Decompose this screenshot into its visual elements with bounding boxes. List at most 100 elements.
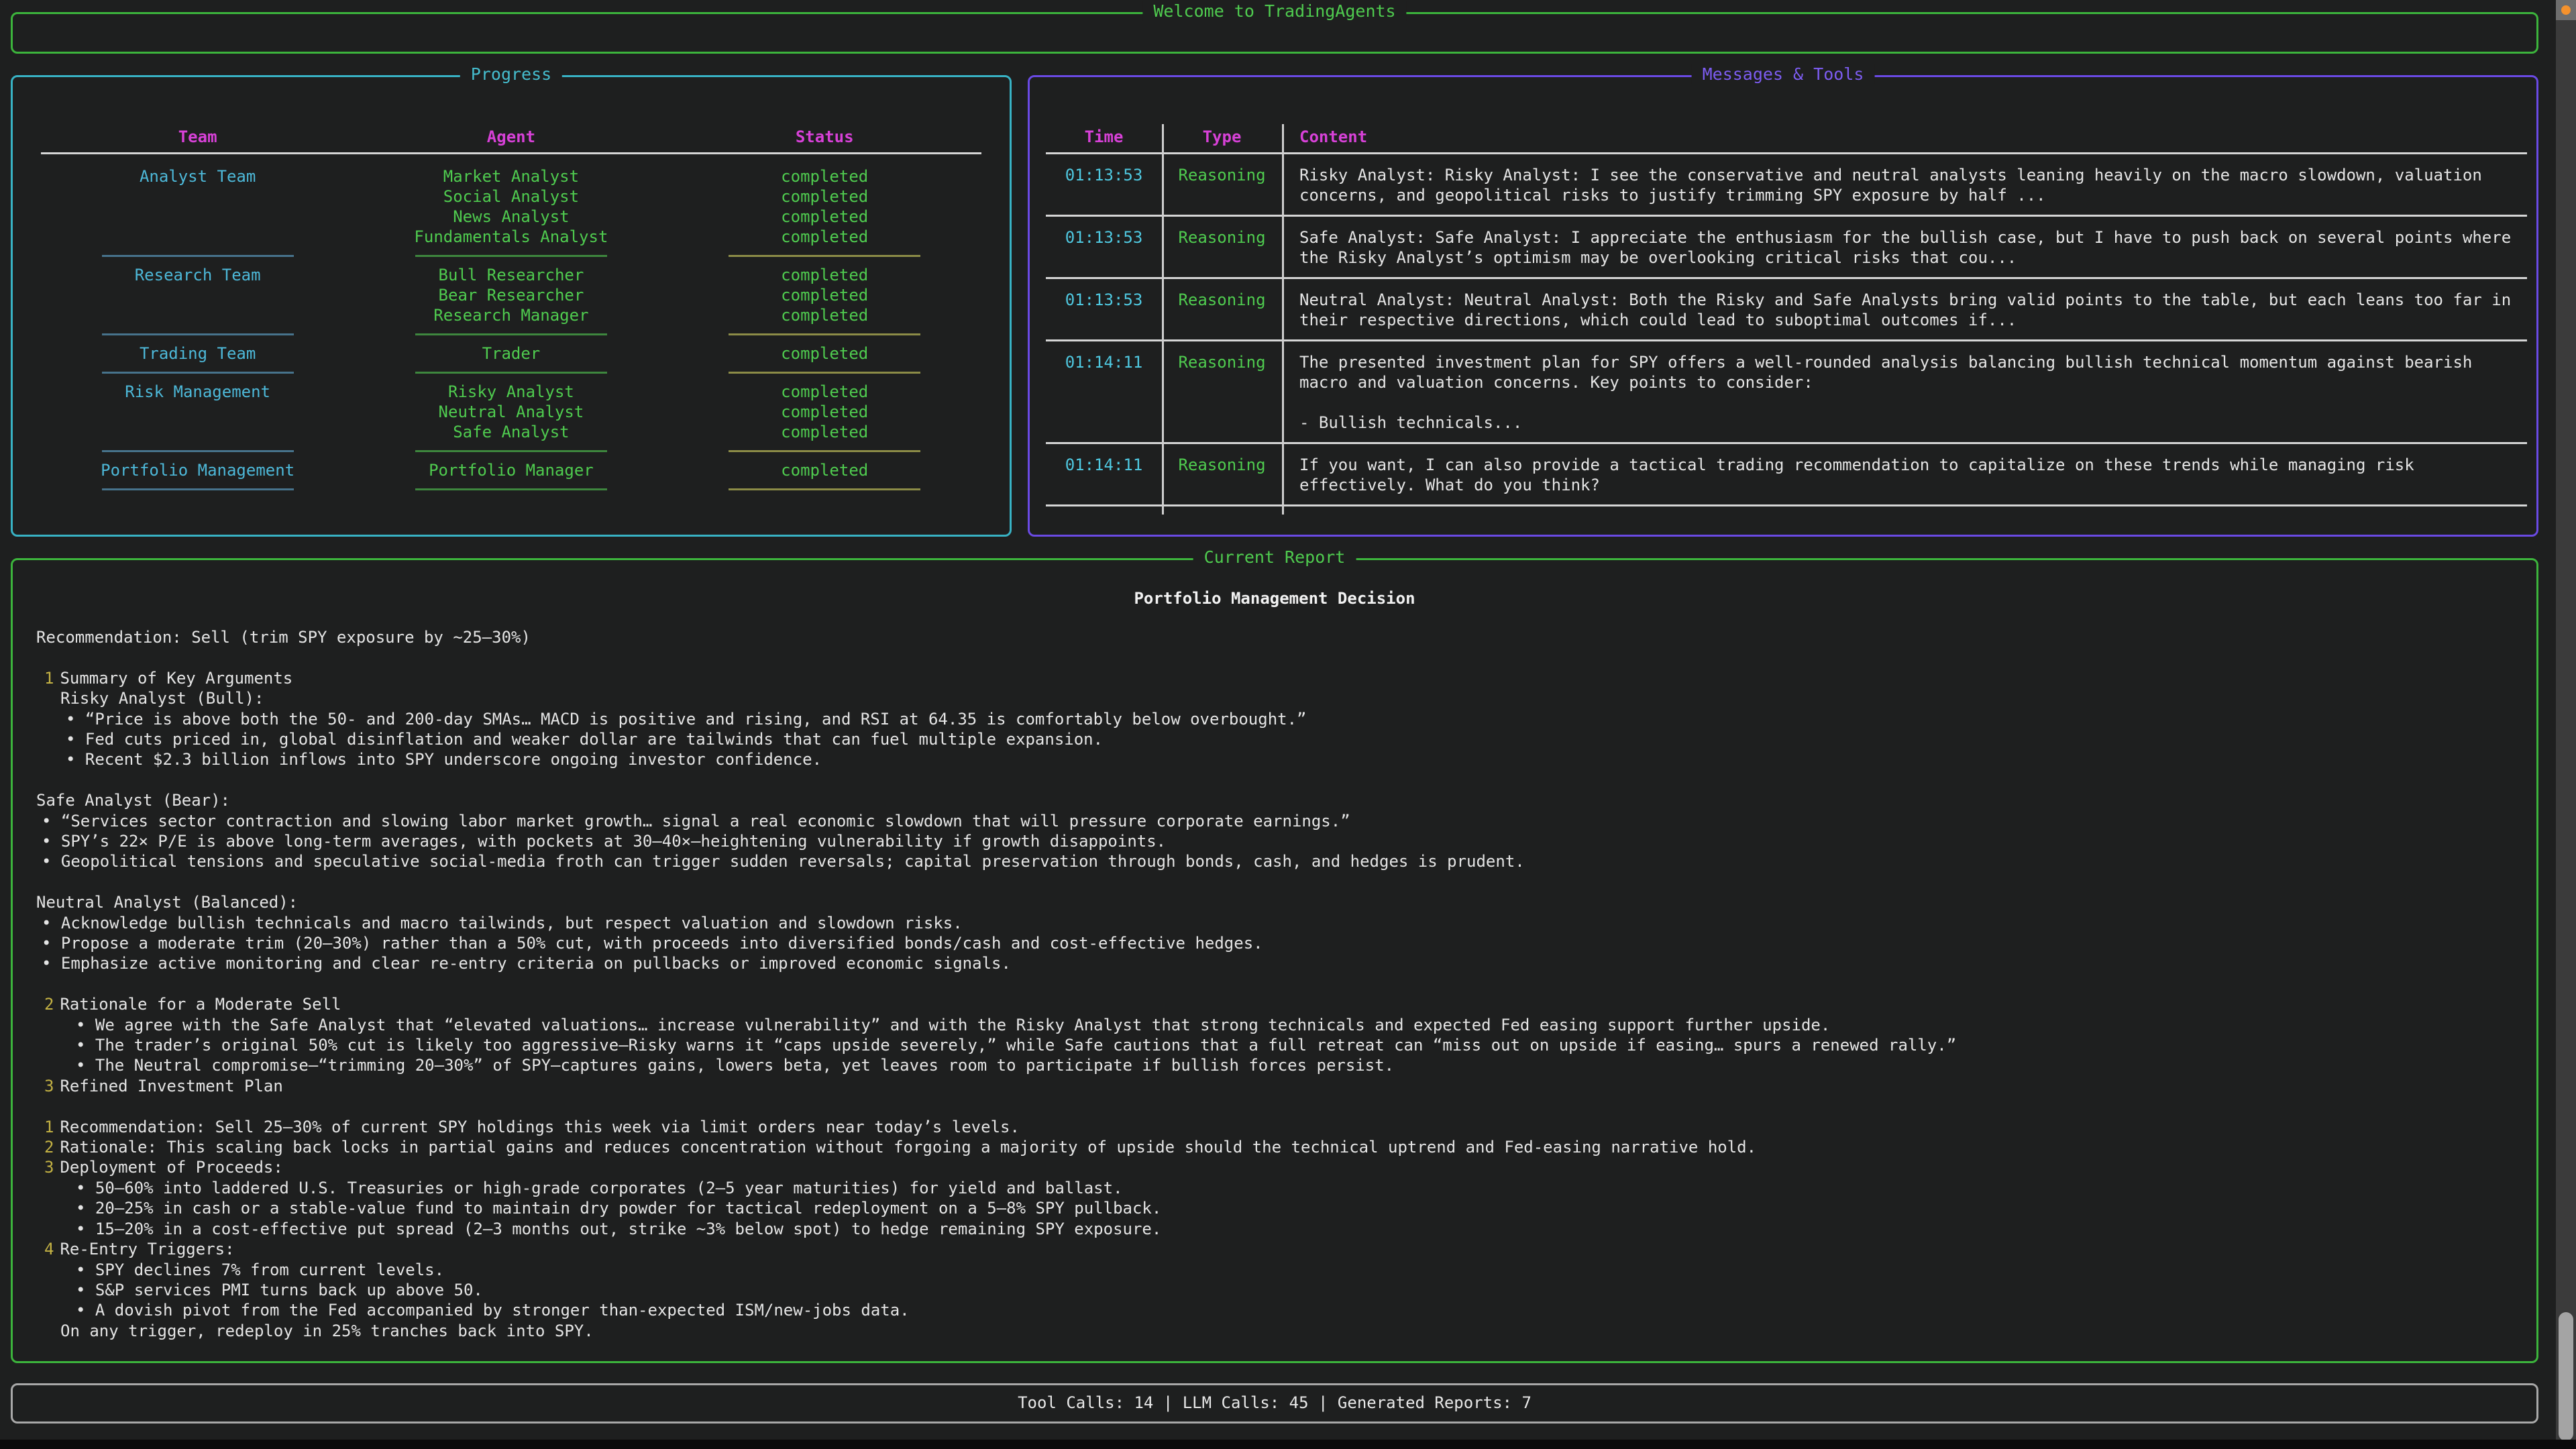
message-content: Neutral Analyst: Neutral Analyst: Both t… (1282, 290, 2527, 330)
bottom-edge (0, 1440, 2576, 1449)
progress-cell-team (41, 402, 354, 422)
progress-section-separator (41, 372, 981, 374)
messages-col-time: Time (1046, 127, 1162, 147)
progress-row: News Analystcompleted (41, 207, 981, 227)
messages-col-content: Content (1282, 127, 2527, 147)
progress-cell-agent: Fundamentals Analyst (354, 227, 667, 247)
progress-row: Research TeamBull Researchercompleted (41, 265, 981, 285)
progress-cell-team: Analyst Team (41, 166, 354, 186)
report-list-number: 2 (44, 995, 54, 1014)
scrollbar-thumb[interactable] (2559, 1312, 2573, 1441)
progress-cell-status: completed (668, 305, 981, 325)
message-time: 01:14:11 (1046, 352, 1162, 433)
progress-panel-title: Progress (460, 64, 562, 84)
progress-cell-status: completed (668, 227, 981, 247)
report-line: Safe Analyst (Bear): (36, 790, 2536, 810)
progress-table: Team Agent Status Analyst TeamMarket Ana… (13, 77, 1010, 490)
progress-cell-status: completed (668, 285, 981, 305)
report-line-text: • “Services sector contraction and slowi… (42, 812, 1350, 830)
report-line-text: Rationale for a Moderate Sell (60, 995, 341, 1014)
progress-cell-agent: Risky Analyst (354, 382, 667, 402)
progress-separator-line (415, 333, 607, 335)
progress-cell-agent: Portfolio Manager (354, 460, 667, 480)
scrollbar-track[interactable] (2556, 0, 2576, 1449)
report-line-text: Re-Entry Triggers: (60, 1240, 234, 1258)
messages-panel: Messages & Tools Time Type Content 01:13… (1028, 75, 2538, 537)
progress-separator-line (102, 450, 294, 452)
report-line: • SPY declines 7% from current levels. (36, 1260, 2536, 1280)
progress-cell-status: completed (668, 402, 981, 422)
messages-table-body: 01:13:53 Reasoning Risky Analyst: Risky An… (1046, 154, 2527, 506)
progress-table-body: Analyst TeamMarket AnalystcompletedSocia… (41, 166, 981, 490)
progress-row: Portfolio ManagementPortfolio Managercom… (41, 460, 981, 480)
progress-separator-cell (354, 450, 667, 452)
progress-cell-status: completed (668, 343, 981, 364)
welcome-panel: Welcome to TradingAgents (11, 12, 2538, 54)
footer-bar: Tool Calls: 14 | LLM Calls: 45 | Generat… (11, 1383, 2538, 1424)
progress-row: Trading TeamTradercompleted (41, 343, 981, 364)
report-body: Recommendation: Sell (trim SPY exposure … (13, 627, 2536, 1341)
progress-cell-status: completed (668, 382, 981, 402)
progress-separator-cell (668, 372, 981, 374)
report-line: • The trader’s original 50% cut is likel… (36, 1035, 2536, 1055)
progress-cell-agent: Research Manager (354, 305, 667, 325)
report-line-text: Neutral Analyst (Balanced): (36, 893, 298, 912)
report-line-text: • Emphasize active monitoring and clear … (42, 954, 1011, 973)
message-content-line: If you want, I can also provide a tactic… (1299, 455, 2527, 495)
report-line-text: • “Price is above both the 50- and 200-d… (66, 710, 1307, 729)
progress-separator-line (729, 372, 920, 374)
progress-cell-team (41, 422, 354, 442)
report-line: On any trigger, redeploy in 25% tranches… (36, 1321, 2536, 1341)
report-line-text: Safe Analyst (Bear): (36, 791, 230, 810)
report-line-text: • Fed cuts priced in, global disinflatio… (66, 730, 1103, 749)
message-row: 01:13:53ReasoningNeutral Analyst: Neutra… (1046, 279, 2527, 339)
report-line-text: Recommendation: Sell (trim SPY exposure … (36, 628, 531, 647)
progress-row: Neutral Analystcompleted (41, 402, 981, 422)
terminal-screen: Welcome to TradingAgents Progress Team A… (0, 0, 2576, 1449)
report-blank-line (36, 647, 2536, 667)
progress-separator-cell (41, 333, 354, 335)
progress-cell-status: completed (668, 265, 981, 285)
message-content: Risky Analyst: Risky Analyst: I see the … (1282, 165, 2527, 205)
report-line: • 15–20% in a cost-effective put spread … (36, 1219, 2536, 1239)
progress-section-separator (41, 488, 981, 490)
message-row: 01:13:53ReasoningRisky Analyst: Risky An… (1046, 154, 2527, 215)
report-line-text: • The Neutral compromise—“trimming 20–30… (76, 1056, 1394, 1075)
progress-cell-team: Portfolio Management (41, 460, 354, 480)
progress-panel: Progress Team Agent Status Analyst TeamM… (11, 75, 1012, 537)
progress-cell-agent: Bull Researcher (354, 265, 667, 285)
message-time: 01:14:11 (1046, 455, 1162, 495)
report-line: • We agree with the Safe Analyst that “e… (36, 1015, 2536, 1035)
progress-cell-agent: Social Analyst (354, 186, 667, 207)
message-content-line: - Bullish technicals... (1299, 413, 2527, 433)
message-content-line: Risky Analyst: Risky Analyst: I see the … (1299, 165, 2527, 205)
report-line: • Propose a moderate trim (20–30%) rathe… (36, 933, 2536, 953)
messages-table-header: Time Type Content (1046, 127, 2527, 147)
progress-cell-team: Research Team (41, 265, 354, 285)
report-line-text: Deployment of Proceeds: (60, 1158, 282, 1177)
report-line: • SPY’s 22× P/E is above long-term avera… (36, 831, 2536, 851)
report-line-text: Recommendation: Sell 25–30% of current S… (60, 1118, 1019, 1136)
message-time: 01:13:53 (1046, 227, 1162, 268)
message-row: 01:14:11Reasoning If you want, I can also… (1046, 444, 2527, 504)
scroll-top-button[interactable] (2556, 0, 2576, 20)
report-line: • Recent $2.3 billion inflows into SPY u… (36, 749, 2536, 769)
progress-cell-status: completed (668, 460, 981, 480)
report-line: 1Recommendation: Sell 25–30% of current … (36, 1117, 2536, 1137)
progress-row: Research Managercompleted (41, 305, 981, 325)
progress-row: Bear Researchercompleted (41, 285, 981, 305)
progress-separator-line (729, 450, 920, 452)
progress-cell-team (41, 207, 354, 227)
report-heading: Portfolio Management Decision (13, 588, 2536, 608)
orange-dot-icon (2561, 5, 2571, 15)
progress-cell-agent: Bear Researcher (354, 285, 667, 305)
progress-separator-line (415, 450, 607, 452)
message-type: Reasoning (1162, 455, 1282, 495)
message-row-separator (1046, 504, 2527, 506)
report-list-number: 1 (44, 669, 54, 688)
messages-table: Time Type Content 01:13:53 Reasoning Risky… (1030, 77, 2536, 506)
progress-separator-cell (354, 333, 667, 335)
progress-separator-line (729, 255, 920, 257)
report-line-text: • SPY’s 22× P/E is above long-term avera… (42, 832, 1166, 851)
report-line: 3Deployment of Proceeds: (36, 1157, 2536, 1177)
